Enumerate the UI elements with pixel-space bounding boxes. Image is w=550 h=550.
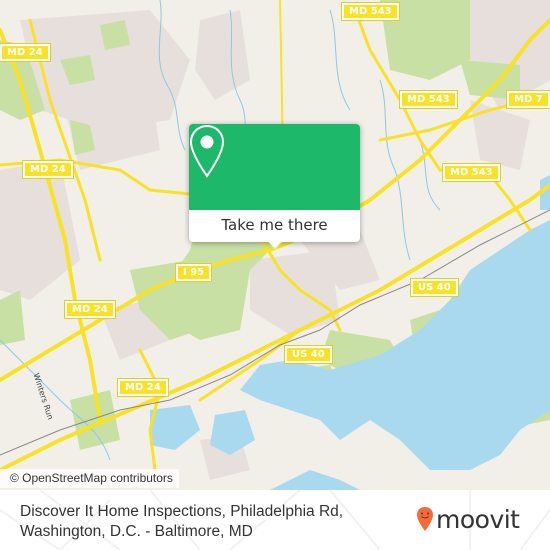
road-shield-md543: MD 543 <box>399 90 458 109</box>
road-shield-md543: MD 543 <box>341 2 400 21</box>
road-shield-md24: MD 24 <box>0 43 51 62</box>
footer: Discover It Home Inspections, Philadelph… <box>0 490 550 550</box>
map-canvas[interactable]: MD 543 MD 543 MD 7 MD 543 MD 24 MD 24 MD… <box>0 0 550 490</box>
moovit-logo[interactable]: moovit <box>416 504 520 534</box>
road-shield-md24: MD 24 <box>64 300 116 319</box>
road-shield-md543: MD 543 <box>442 163 501 182</box>
popup-tail <box>267 240 283 249</box>
popup-header <box>189 124 360 210</box>
address-line-2: Washington, D.C. - Baltimore, MD <box>20 523 253 540</box>
road-shield-md24: MD 24 <box>117 378 169 397</box>
road-shield-us40: US 40 <box>410 278 459 297</box>
map-attribution[interactable]: © OpenStreetMap contributors <box>0 469 179 488</box>
take-me-there-button[interactable]: Take me there <box>189 210 360 242</box>
location-popup: Take me there <box>189 124 360 249</box>
moovit-pin-icon <box>417 507 433 531</box>
address-line-1: Discover It Home Inspections, Philadelph… <box>20 503 344 520</box>
place-address: Discover It Home Inspections, Philadelph… <box>20 502 343 542</box>
map-pin-icon <box>189 124 225 178</box>
brand-name: moovit <box>436 504 520 534</box>
road-shield-i95: I 95 <box>174 263 213 282</box>
road-shield-md7: MD 7 <box>506 90 550 109</box>
road-shield-md24: MD 24 <box>22 160 74 179</box>
road-shield-us40: US 40 <box>284 345 333 364</box>
